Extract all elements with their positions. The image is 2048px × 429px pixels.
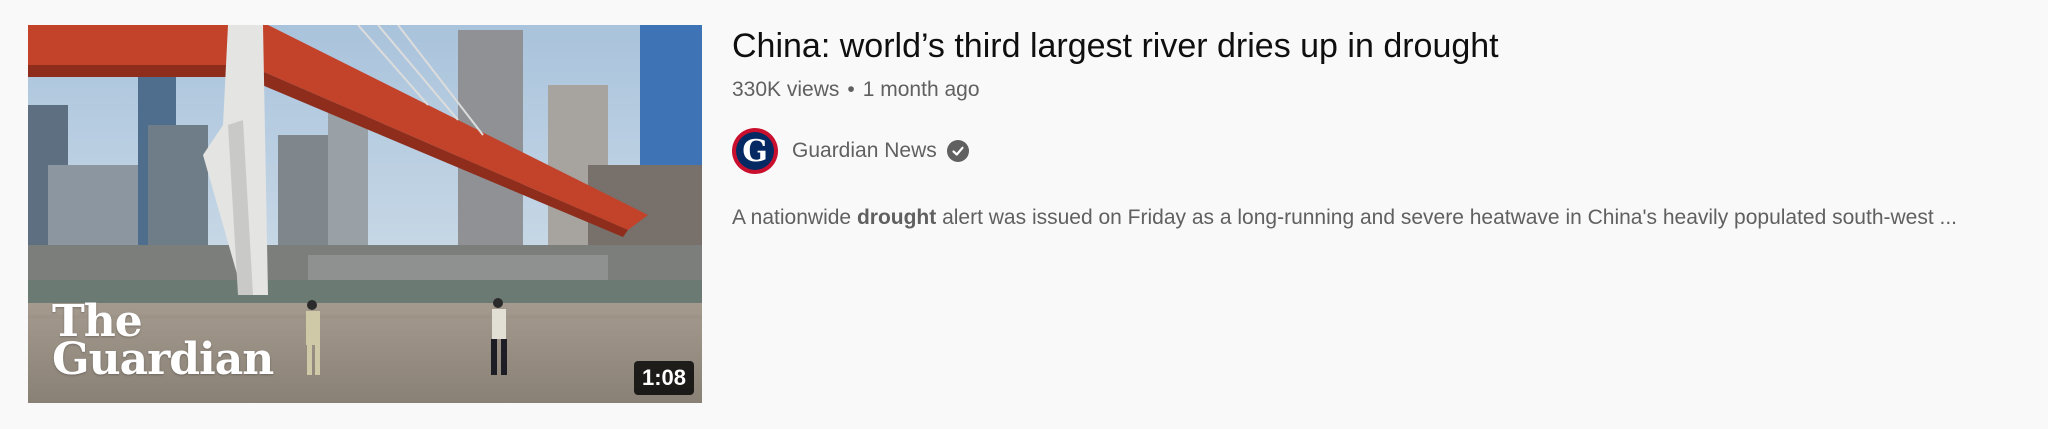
video-description: A nationwide drought alert was issued on… [732, 206, 1957, 230]
upload-age: 1 month ago [862, 78, 980, 101]
guardian-wordmark: The Guardian [52, 300, 274, 385]
channel-avatar[interactable]: G [732, 128, 778, 174]
video-title[interactable]: China: world’s third largest river dries… [732, 27, 1499, 66]
description-highlight: drought [856, 206, 937, 229]
verified-check-icon [946, 140, 969, 162]
duration-badge: 1:08 [633, 361, 694, 395]
video-result[interactable]: The Guardian 1:08 China: world’s third l… [0, 0, 2048, 429]
separator-dot: • [847, 78, 855, 101]
video-thumbnail[interactable]: The Guardian 1:08 [28, 25, 702, 403]
wordmark-line-2: Guardian [52, 334, 274, 385]
video-stats: 330K views • 1 month ago [732, 78, 980, 102]
channel-link[interactable]: G Guardian News [732, 128, 969, 174]
view-count: 330K views [732, 78, 840, 101]
avatar-letter: G [736, 132, 774, 170]
channel-name[interactable]: Guardian News [792, 139, 937, 163]
description-before: A nationwide [732, 206, 857, 229]
description-after: alert was issued on Friday as a long-run… [936, 206, 1958, 229]
